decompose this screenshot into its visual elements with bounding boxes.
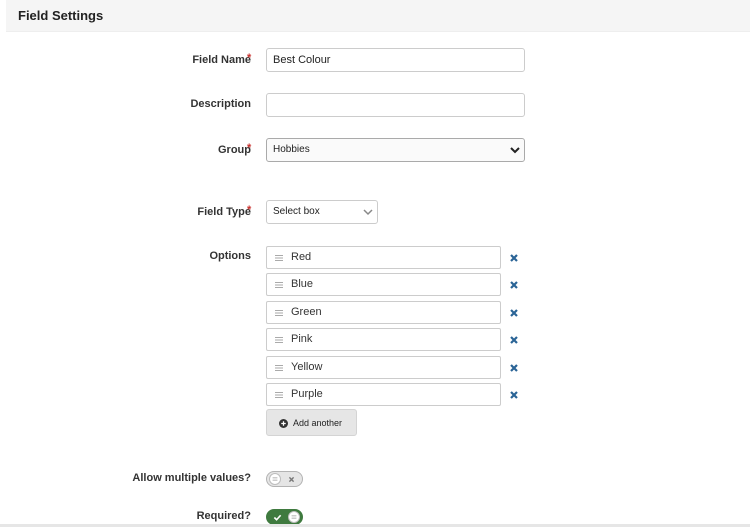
drag-handle-icon[interactable]	[275, 254, 283, 262]
option-label: Red	[291, 251, 312, 263]
group-selected-value: Hobbies	[273, 144, 310, 155]
field-type-required-mark: *	[247, 204, 252, 216]
field-name-input[interactable]	[266, 48, 525, 72]
options-label: Options	[209, 250, 251, 262]
drag-handle-icon[interactable]	[275, 309, 283, 317]
description-input[interactable]	[266, 93, 525, 117]
remove-option-icon[interactable]	[509, 335, 519, 345]
add-another-label: Add another	[293, 418, 343, 428]
option-row[interactable]: Purple	[266, 383, 501, 406]
toggle-knob	[269, 473, 281, 485]
remove-option-icon[interactable]	[509, 390, 519, 400]
toggle-knob	[288, 511, 300, 523]
drag-handle-icon[interactable]	[275, 364, 283, 372]
option-row[interactable]: Blue	[266, 273, 501, 296]
drag-handle-icon	[272, 477, 278, 481]
field-type-selected-value: Select box	[273, 206, 320, 217]
close-icon	[288, 476, 295, 483]
field-type-label: Field Type	[197, 206, 251, 218]
option-row[interactable]: Yellow	[266, 356, 501, 379]
drag-handle-icon[interactable]	[275, 281, 283, 289]
add-another-button[interactable]: Add another	[266, 409, 357, 436]
field-name-label: Field Name	[192, 54, 251, 66]
option-row[interactable]: Red	[266, 246, 501, 269]
allow-multiple-toggle[interactable]	[266, 471, 303, 487]
required-toggle[interactable]	[266, 509, 303, 525]
field-type-select[interactable]: Select box	[266, 200, 378, 224]
option-row[interactable]: Green	[266, 301, 501, 324]
group-required-mark: *	[247, 142, 252, 154]
required-label: Required?	[196, 510, 251, 522]
field-name-required-mark: *	[247, 52, 252, 64]
drag-handle-icon[interactable]	[275, 336, 283, 344]
panel-title: Field Settings	[18, 8, 104, 23]
remove-option-icon[interactable]	[509, 308, 519, 318]
allow-multiple-label: Allow multiple values?	[132, 472, 251, 484]
option-label: Green	[291, 306, 322, 318]
option-row[interactable]: Pink	[266, 328, 501, 351]
drag-handle-icon[interactable]	[275, 391, 283, 399]
description-label: Description	[190, 98, 251, 110]
chevron-down-icon	[510, 147, 520, 154]
option-label: Pink	[291, 333, 313, 345]
plus-circle-icon	[279, 419, 288, 428]
chevron-down-icon	[363, 209, 373, 216]
remove-option-icon[interactable]	[509, 253, 519, 263]
option-label: Purple	[291, 388, 323, 400]
check-icon	[273, 514, 282, 521]
group-select[interactable]: Hobbies	[266, 138, 525, 162]
option-label: Yellow	[291, 361, 323, 373]
drag-handle-icon	[291, 515, 297, 519]
option-label: Blue	[291, 278, 314, 290]
panel-header: Field Settings	[6, 0, 750, 32]
remove-option-icon[interactable]	[509, 363, 519, 373]
remove-option-icon[interactable]	[509, 280, 519, 290]
